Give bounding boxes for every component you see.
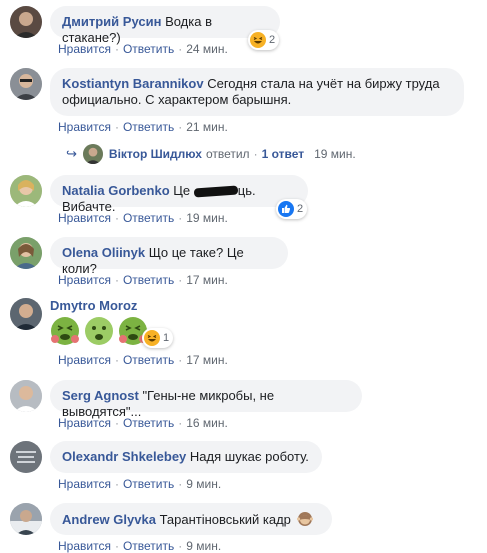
reaction-count: 2: [269, 34, 276, 46]
comment-text: Тарантіновський кадр: [159, 512, 291, 527]
comment-author[interactable]: Andrew Glyvka: [62, 512, 156, 527]
comment-text: Надя шукає роботу.: [189, 449, 309, 464]
like-link[interactable]: Нравится: [58, 42, 111, 56]
reply-avatar: [82, 144, 103, 164]
like-link[interactable]: Нравится: [58, 539, 111, 553]
separator: ·: [114, 477, 119, 491]
reply-link[interactable]: Ответить: [123, 42, 174, 56]
avatar[interactable]: [10, 380, 42, 412]
reply-link[interactable]: Ответить: [123, 416, 174, 430]
reply-author[interactable]: Віктор Шидлюх: [109, 147, 202, 161]
comment-actions: Нравится · Ответить · 17 мин.: [58, 353, 228, 367]
comment-actions: Нравится · Ответить · 24 мин.: [58, 42, 228, 56]
timestamp[interactable]: 17 мин.: [186, 273, 228, 287]
comment-actions: Нравится · Ответить · 21 мин.: [58, 120, 228, 134]
nauseated-face-icon: [84, 316, 114, 346]
censor-mark: [193, 185, 239, 198]
comment-author[interactable]: Natalia Gorbenko: [62, 183, 170, 198]
comment-bubble: Andrew Glyvka Тарантіновський кадр: [50, 503, 332, 535]
reply-link[interactable]: Ответить: [123, 539, 174, 553]
like-icon: [278, 201, 294, 217]
separator: ·: [178, 211, 183, 225]
separator: ·: [178, 477, 183, 491]
comment-bubble: Serg Agnost "Гены-не микробы, не выводят…: [50, 380, 362, 419]
separator: ·: [114, 273, 119, 287]
like-link[interactable]: Нравится: [58, 353, 111, 367]
timestamp[interactable]: 9 мин.: [186, 539, 221, 553]
separator: ·: [114, 211, 119, 225]
like-link[interactable]: Нравится: [58, 477, 111, 491]
emoji-comment: [50, 316, 152, 346]
timestamp[interactable]: 19 мин.: [186, 211, 228, 225]
separator: ·: [114, 42, 119, 56]
reply-count-link[interactable]: 1 ответ: [262, 147, 305, 161]
reply-link[interactable]: Ответить: [123, 273, 174, 287]
separator: ·: [114, 539, 119, 553]
comment-bubble: Дмитрий Русин Водка в стакане?): [50, 6, 280, 45]
timestamp[interactable]: 17 мин.: [186, 353, 228, 367]
comment-text-start: Це: [173, 183, 191, 198]
haha-emoji-icon: [144, 330, 160, 346]
comment-bubble: Natalia Gorbenko Це ць. Вибачте.: [50, 175, 308, 214]
comment-author[interactable]: Kostiantyn Barannikov: [62, 76, 204, 91]
avatar[interactable]: [10, 6, 42, 38]
separator: ·: [178, 120, 183, 134]
like-link[interactable]: Нравится: [58, 416, 111, 430]
like-link[interactable]: Нравится: [58, 211, 111, 225]
separator: ·: [114, 120, 119, 134]
reply-time: 19 мин.: [314, 147, 356, 161]
like-link[interactable]: Нравится: [58, 120, 111, 134]
timestamp[interactable]: 9 мин.: [186, 477, 221, 491]
like-link[interactable]: Нравится: [58, 273, 111, 287]
separator: ·: [114, 416, 119, 430]
comment-author[interactable]: Serg Agnost: [62, 388, 139, 403]
separator: ·: [178, 353, 183, 367]
avatar[interactable]: [10, 441, 42, 473]
replies-summary[interactable]: ↪ Віктор Шидлюх ответил · 1 ответ 19 мин…: [66, 144, 356, 164]
comment-author[interactable]: Dmytro Moroz: [50, 298, 137, 313]
comment-actions: Нравится · Ответить · 16 мин.: [58, 416, 228, 430]
comment-actions: Нравится · Ответить · 19 мин.: [58, 211, 228, 225]
comment-actions: Нравится · Ответить · 9 мин.: [58, 477, 221, 491]
separator: ·: [178, 539, 183, 553]
comment-actions: Нравится · Ответить · 17 мин.: [58, 273, 228, 287]
reaction-summary[interactable]: 2: [276, 199, 308, 219]
nauseated-face-icon: [50, 316, 80, 346]
avatar[interactable]: [10, 175, 42, 207]
separator: ·: [178, 273, 183, 287]
separator: ·: [178, 42, 183, 56]
separator: ·: [178, 416, 183, 430]
reaction-summary[interactable]: 2: [248, 30, 280, 50]
reaction-count: 2: [297, 203, 304, 215]
avatar[interactable]: [10, 68, 42, 100]
reply-link[interactable]: Ответить: [123, 120, 174, 134]
comment-bubble: Olexandr Shkelebey Надя шукає роботу.: [50, 441, 322, 473]
avatar[interactable]: [10, 503, 42, 535]
timestamp[interactable]: 16 мин.: [186, 416, 228, 430]
comment-bubble: Olena Oliinyk Що це таке? Це коли?: [50, 237, 288, 276]
comment-author[interactable]: Дмитрий Русин: [62, 14, 161, 29]
separator: ·: [253, 147, 258, 161]
haha-emoji-icon: [250, 32, 266, 48]
comment-bubble: Kostiantyn Barannikov Сегодня стала на у…: [50, 68, 464, 116]
reply-arrow-icon: ↪: [66, 146, 77, 161]
reply-link[interactable]: Ответить: [123, 477, 174, 491]
comment-author[interactable]: Olena Oliinyk: [62, 245, 145, 260]
comment-author[interactable]: Olexandr Shkelebey: [62, 449, 186, 464]
reaction-count: 1: [163, 332, 170, 344]
timestamp[interactable]: 21 мин.: [186, 120, 228, 134]
reply-link[interactable]: Ответить: [123, 211, 174, 225]
reply-verb: ответил: [205, 147, 250, 161]
reaction-summary[interactable]: 1: [142, 328, 174, 348]
comment-actions: Нравится · Ответить · 9 мин.: [58, 539, 221, 553]
timestamp[interactable]: 24 мин.: [186, 42, 228, 56]
comment-author-row: Dmytro Moroz: [50, 298, 137, 313]
avatar[interactable]: [10, 237, 42, 269]
avatar[interactable]: [10, 298, 42, 330]
see-no-evil-monkey-icon: [296, 511, 313, 527]
reply-link[interactable]: Ответить: [123, 353, 174, 367]
separator: ·: [114, 353, 119, 367]
